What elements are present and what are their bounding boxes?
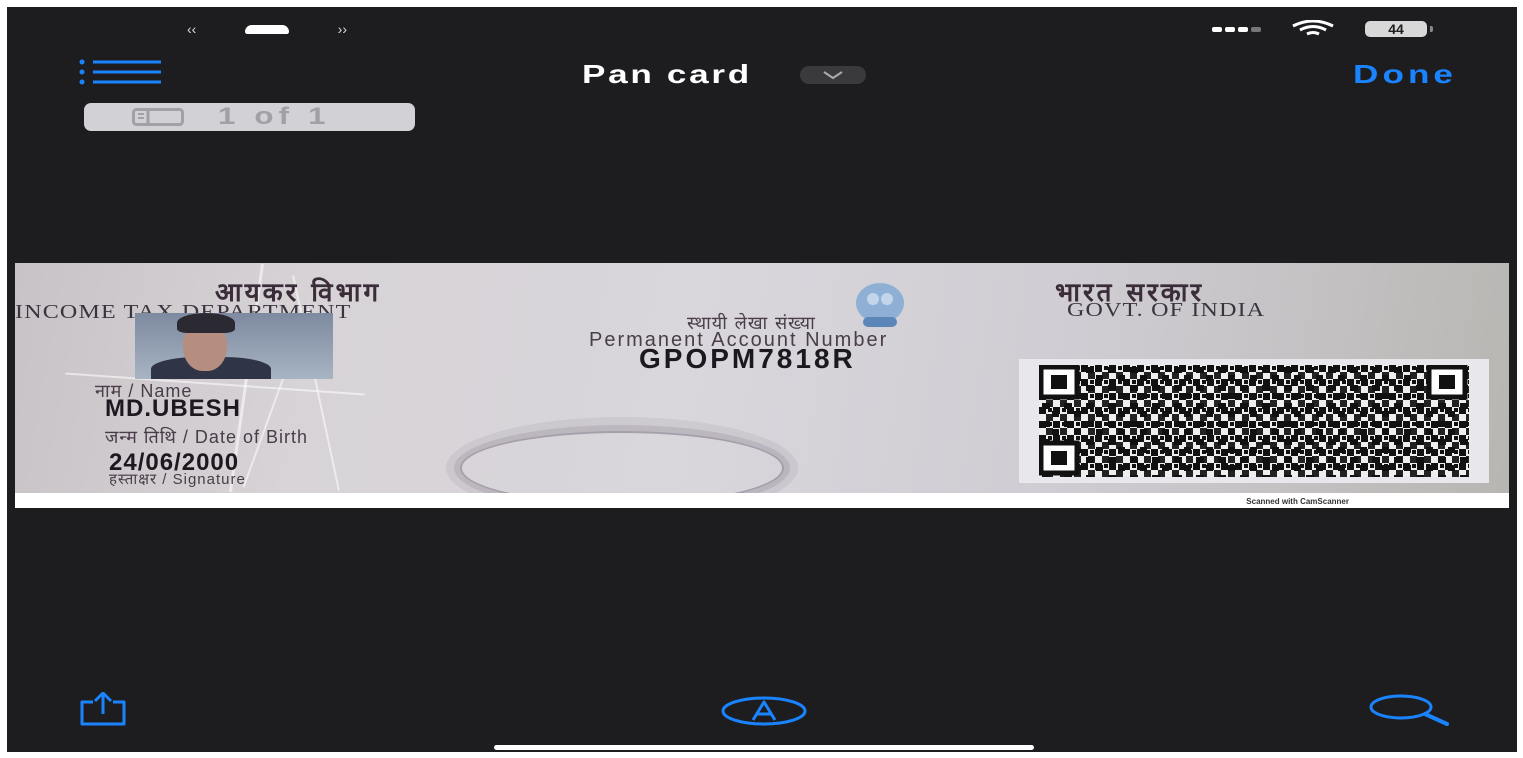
wifi-icon xyxy=(1292,20,1334,36)
battery-icon: 44 xyxy=(1365,21,1433,37)
left-chevrons-icon: ‹‹ xyxy=(187,21,197,37)
camscanner-watermark: Scanned with CamScanner xyxy=(1246,497,1349,506)
done-button[interactable]: Done xyxy=(1353,59,1457,90)
govt-english: GOVT. OF INDIA xyxy=(1067,299,1266,321)
page-count-label: 1 of 1 xyxy=(218,103,331,130)
page-indicator: 1 of 1 xyxy=(84,103,415,131)
scanned-document[interactable]: आयकर विभाग INCOME TAX DEPARTMENT भारत सर… xyxy=(15,263,1509,508)
pan-number: GPOPM7818R xyxy=(639,343,856,374)
qr-code-icon xyxy=(1039,365,1469,477)
qr-code xyxy=(1019,359,1489,483)
status-bar-right: 44 xyxy=(1212,19,1433,39)
right-chevrons-icon: ›› xyxy=(337,21,347,37)
markup-icon[interactable] xyxy=(721,696,807,726)
document-viewer-screen: ‹‹ ›› 44 Pan card Done 1 of 1 आयकर विभाग… xyxy=(7,7,1517,752)
cellular-signal-icon xyxy=(1212,26,1261,32)
fingerprint-smudge xyxy=(460,431,784,493)
share-icon[interactable] xyxy=(79,692,127,726)
list-icon[interactable] xyxy=(79,59,163,85)
dob-label: जन्म तिथि / Date of Birth xyxy=(105,427,308,447)
call-status-indicator[interactable]: ‹‹ ›› xyxy=(187,19,347,39)
title-menu[interactable]: Pan card xyxy=(582,59,866,90)
national-emblem-icon xyxy=(856,283,904,327)
phone-handset-icon xyxy=(245,24,289,34)
search-icon[interactable] xyxy=(1367,694,1449,726)
holder-photo xyxy=(135,313,333,379)
chevron-down-icon[interactable] xyxy=(799,65,866,84)
pan-card-image: आयकर विभाग INCOME TAX DEPARTMENT भारत सर… xyxy=(15,263,1509,493)
document-title: Pan card xyxy=(582,59,752,89)
signature-label: हस्ताक्षर / Signature xyxy=(109,471,246,488)
home-indicator[interactable] xyxy=(494,745,1034,750)
page-thumbnail-icon xyxy=(132,108,184,126)
name-value: MD.UBESH xyxy=(105,395,242,422)
